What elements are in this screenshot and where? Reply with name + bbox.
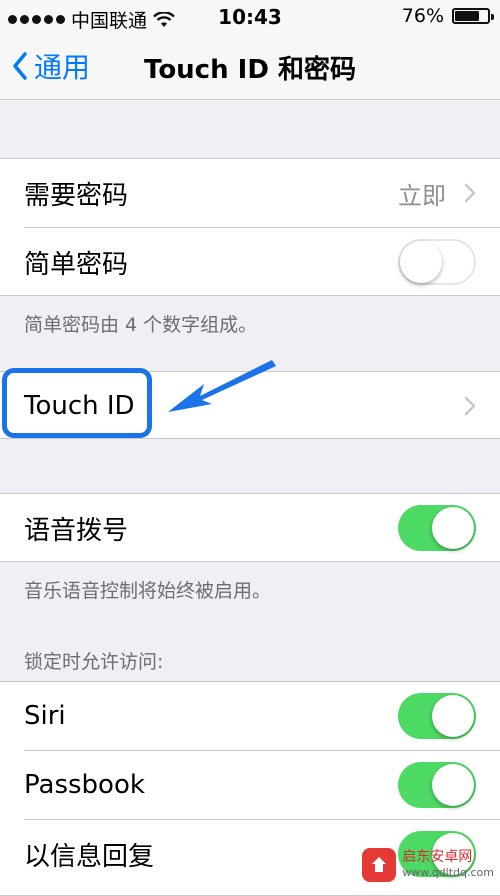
require-passcode-label: 需要密码 — [24, 180, 129, 211]
watermark-logo-icon — [362, 848, 397, 882]
voice-dial-group: 语音拨号 — [0, 493, 500, 562]
passbook-label: Passbook — [24, 770, 145, 800]
siri-toggle[interactable] — [398, 693, 476, 739]
simple-passcode-row: 简单密码 — [0, 228, 500, 296]
page-title: Touch ID 和密码 — [144, 55, 356, 85]
chevron-right-icon — [464, 183, 476, 203]
voice-dial-toggle[interactable] — [398, 505, 476, 551]
voice-dial-label: 语音拨号 — [24, 515, 129, 546]
require-passcode-row[interactable]: 需要密码 立即 — [0, 159, 500, 227]
watermark-name: 启东安卓网 — [402, 849, 473, 865]
simple-passcode-label: 简单密码 — [24, 249, 129, 280]
watermark-url: www.qdltdq.com — [402, 866, 494, 879]
passbook-row: Passbook — [0, 751, 500, 819]
voice-dial-footer: 音乐语音控制将始终被启用。 — [24, 580, 272, 602]
watermark: 启东安卓网 www.qdltdq.com — [362, 848, 494, 882]
status-bar: 中国联通 10:43 76% — [0, 0, 500, 34]
chevron-right-icon — [464, 396, 476, 416]
battery-percent: 76% — [401, 5, 444, 27]
battery-icon — [452, 8, 494, 24]
passcode-group: 需要密码 立即 简单密码 — [0, 158, 500, 296]
navigation-bar: 通用 Touch ID 和密码 — [0, 34, 500, 100]
require-passcode-value: 立即 — [398, 181, 446, 210]
touch-id-label: Touch ID — [24, 391, 135, 421]
touch-id-row[interactable]: Touch ID — [0, 372, 500, 440]
reply-with-message-label: 以信息回复 — [24, 841, 155, 872]
touch-id-group: Touch ID — [0, 371, 500, 439]
siri-row: Siri — [0, 682, 500, 750]
siri-label: Siri — [24, 701, 66, 731]
status-right: 76% — [401, 5, 494, 27]
lock-access-header: 锁定时允许访问: — [24, 651, 164, 673]
voice-dial-row: 语音拨号 — [0, 494, 500, 562]
passbook-toggle[interactable] — [398, 762, 476, 808]
simple-passcode-toggle[interactable] — [398, 239, 476, 285]
simple-passcode-footer: 简单密码由 4 个数字组成。 — [24, 314, 258, 336]
